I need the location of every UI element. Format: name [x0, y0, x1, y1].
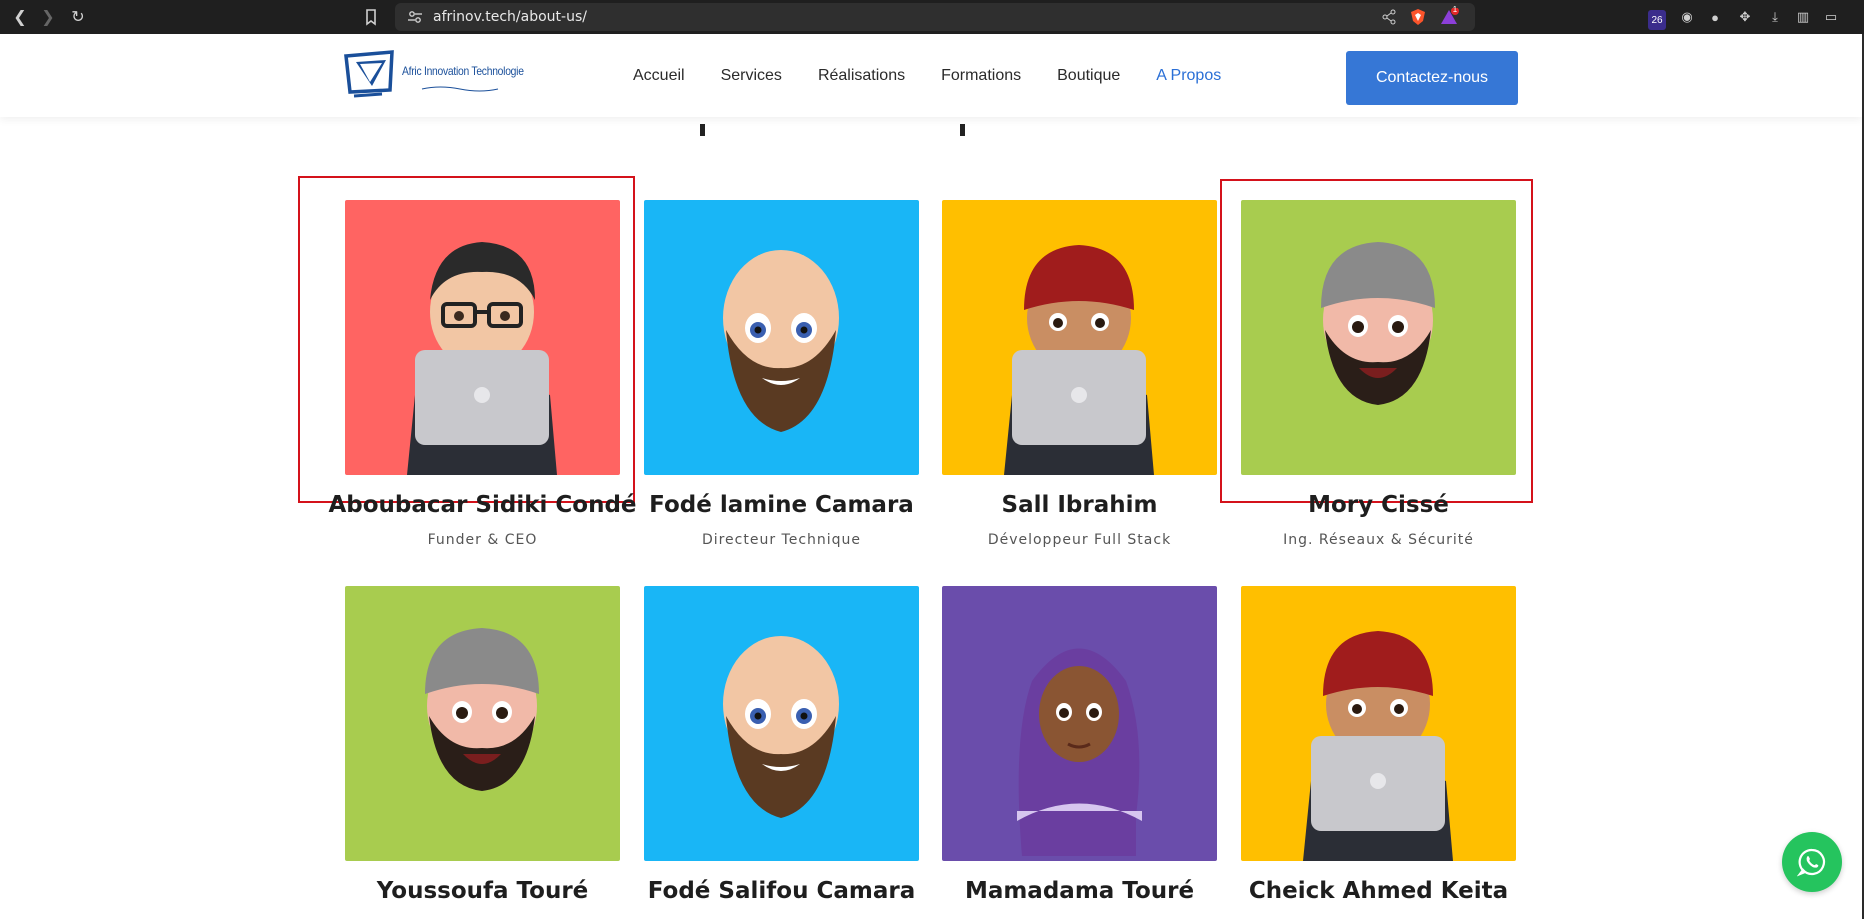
url-text[interactable]: afrinov.tech/about-us/ [433, 9, 587, 25]
whatsapp-button[interactable] [1782, 832, 1842, 892]
team-photo [345, 586, 620, 861]
team-member-name: Mamadama Touré [964, 878, 1195, 904]
sidebar-toggle-icon[interactable]: ▥ [1794, 8, 1812, 26]
team-member-name: Youssoufa Touré [376, 878, 589, 904]
team-member-name: Cheick Ahmed Keita [1248, 878, 1509, 904]
contact-button[interactable]: Contactez-nous [1346, 51, 1518, 105]
wallet-icon[interactable]: ▭ [1822, 8, 1840, 26]
team-member-name: Mory Cissé [1308, 492, 1449, 518]
team-member-role: Développeur Full Stack [987, 532, 1172, 548]
forward-icon[interactable]: ❯ [38, 7, 58, 27]
site-header: Afric Innovation Technologie Accueil Ser… [0, 34, 1862, 117]
bookmark-icon[interactable] [362, 8, 380, 26]
logo-monitor-icon [344, 50, 394, 98]
avatar-illustration [723, 250, 839, 432]
team-member-name: Fodé lamine Camara [649, 492, 914, 518]
nav-boutique[interactable]: Boutique [1057, 67, 1120, 85]
avatar-illustration [1004, 245, 1154, 475]
avatar-illustration [723, 636, 839, 818]
nav-services[interactable]: Services [721, 67, 782, 85]
reload-icon[interactable]: ↻ [68, 7, 88, 27]
team-photo [644, 586, 919, 861]
avatar-illustration [1321, 242, 1435, 405]
avatar-illustration [1303, 631, 1453, 861]
whatsapp-icon [1797, 848, 1826, 877]
extensions-puzzle-icon[interactable]: ✥ [1736, 8, 1754, 26]
team-member-name: Fodé Salifou Camara [647, 878, 916, 904]
brave-shield-icon[interactable] [1409, 8, 1427, 26]
team-photo [1241, 200, 1516, 475]
logo-swoosh-icon [421, 86, 499, 92]
team-member-role: Ing. Réseaux & Sécurité [1283, 532, 1474, 548]
extension-badge[interactable]: 26 [1648, 10, 1666, 30]
share-icon[interactable] [1381, 9, 1397, 25]
team-photo [942, 586, 1217, 861]
heading-glyph-descender [700, 124, 705, 136]
team-photo [644, 200, 919, 475]
team-member-role: Directeur Technique [701, 532, 862, 548]
team-member-name: Aboubacar Sidiki Condé [328, 492, 637, 518]
avatar-illustration [407, 242, 557, 475]
alert-badge: 1 [1452, 5, 1458, 14]
back-icon[interactable]: ❮ [10, 7, 30, 27]
extension-cookie-icon[interactable]: ◉ [1678, 8, 1696, 26]
address-bar[interactable]: afrinov.tech/about-us/ 1 [395, 3, 1475, 31]
team-photo [942, 200, 1217, 475]
main-nav: Accueil Services Réalisations Formations… [633, 67, 1257, 85]
nav-formations[interactable]: Formations [941, 67, 1021, 85]
team-photo [1241, 586, 1516, 861]
avatar-illustration [425, 628, 539, 791]
page-viewport: Afric Innovation Technologie Accueil Ser… [0, 34, 1864, 919]
nav-realisations[interactable]: Réalisations [818, 67, 905, 85]
team-member-role: Funder & CEO [427, 532, 538, 548]
avatar-illustration [1017, 648, 1142, 856]
extension-circle-icon[interactable]: ● [1706, 8, 1724, 26]
heading-glyph-descender [960, 124, 965, 136]
team-photo [345, 200, 620, 475]
site-settings-icon[interactable] [407, 9, 423, 25]
site-logo[interactable]: Afric Innovation Technologie [342, 50, 524, 102]
team-member-name: Sall Ibrahim [1001, 492, 1158, 518]
nav-accueil[interactable]: Accueil [633, 67, 685, 85]
nav-a-propos[interactable]: A Propos [1156, 67, 1221, 85]
browser-toolbar: ❮ ❯ ↻ afrinov.tech/about-us/ 1 26 ◉ ● ✥ … [0, 0, 1864, 34]
download-icon[interactable]: ⤓ [1766, 8, 1784, 26]
logo-text: Afric Innovation Technologie [402, 64, 524, 78]
